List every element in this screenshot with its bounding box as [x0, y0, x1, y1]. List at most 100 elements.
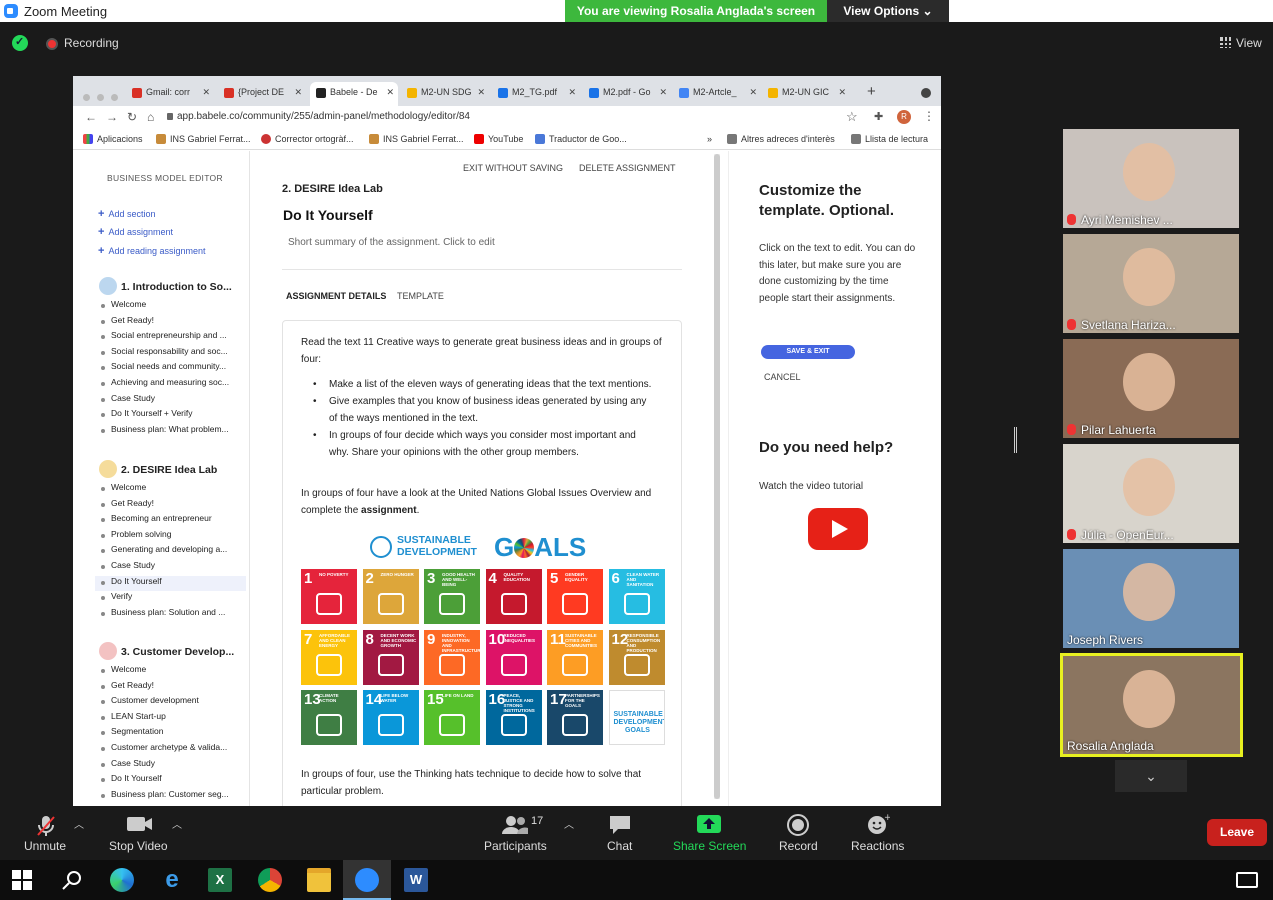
exit-without-saving-link[interactable]: EXIT WITHOUT SAVING — [463, 163, 563, 173]
participant-video-tile[interactable]: Pilar Lahuerta — [1063, 339, 1239, 438]
zoom-icon[interactable] — [355, 868, 379, 892]
assignment-link[interactable]: assignment — [361, 505, 417, 516]
notifications-icon[interactable] — [1236, 872, 1258, 888]
bookmark-apps[interactable]: Aplicacions — [83, 134, 143, 144]
sidebar-item[interactable]: Social needs and community... — [99, 361, 249, 376]
sidebar-section-title[interactable]: 1. Introduction to So... — [99, 277, 232, 295]
microphone-muted-icon[interactable] — [36, 815, 56, 837]
tab-assignment-details[interactable]: ASSIGNMENT DETAILS — [286, 291, 386, 301]
close-tab-icon[interactable]: ✕ — [294, 87, 302, 98]
close-dot-icon[interactable] — [83, 94, 90, 101]
editor-scrollbar[interactable] — [714, 154, 720, 799]
sidebar-item[interactable]: Business plan: Solution and ... — [99, 607, 249, 622]
panel-resize-handle[interactable] — [1014, 427, 1017, 453]
unmute-button[interactable]: Unmute — [24, 839, 66, 853]
internet-explorer-icon[interactable]: e — [160, 868, 184, 892]
sidebar-item[interactable]: Case Study — [99, 560, 249, 575]
extensions-icon[interactable]: ✚ — [874, 110, 883, 123]
sidebar-item[interactable]: Get Ready! — [99, 498, 249, 513]
delete-assignment-link[interactable]: DELETE ASSIGNMENT — [579, 163, 676, 173]
sidebar-item[interactable]: Case Study — [99, 758, 249, 773]
close-tab-icon[interactable]: ✕ — [202, 87, 210, 98]
reload-icon[interactable]: ↻ — [127, 110, 137, 124]
sidebar-item[interactable]: Generating and developing a... — [99, 544, 249, 559]
browser-tab[interactable]: M2-UN GIC ✕ — [762, 82, 850, 106]
word-icon[interactable]: W — [404, 868, 428, 892]
back-icon[interactable]: ← — [85, 110, 97, 124]
reactions-smiley-icon[interactable]: + — [866, 813, 890, 835]
windows-start-icon[interactable] — [12, 870, 32, 890]
sidebar-item[interactable]: Get Ready! — [99, 680, 249, 695]
sidebar-item[interactable]: Welcome — [99, 664, 249, 679]
close-tab-icon[interactable]: ✕ — [568, 87, 576, 98]
sidebar-item[interactable]: Becoming an entrepreneur — [99, 513, 249, 528]
sidebar-item[interactable]: Verify — [99, 591, 249, 606]
sidebar-item[interactable]: Business plan: What problem... — [99, 424, 249, 439]
sidebar-item[interactable]: Case Study — [99, 393, 249, 408]
browser-tab[interactable]: M2-Artcle_ ✕ — [673, 82, 761, 106]
share-screen-icon[interactable] — [697, 815, 721, 833]
sidebar-item[interactable]: Do It Yourself + Verify — [99, 408, 249, 423]
browser-tab[interactable]: M2_TG.pdf ✕ — [492, 82, 580, 106]
record-button[interactable]: Record — [779, 839, 818, 853]
close-tab-icon[interactable]: ✕ — [477, 87, 485, 98]
sidebar-item[interactable]: Welcome — [99, 482, 249, 497]
participant-video-tile[interactable]: Ayri Memishev ... — [1063, 129, 1239, 228]
sidebar-section-title[interactable]: 2. DESIRE Idea Lab — [99, 460, 217, 478]
youtube-play-icon[interactable] — [808, 508, 868, 550]
excel-icon[interactable]: X — [208, 868, 232, 892]
security-shield-icon[interactable] — [12, 35, 28, 51]
close-tab-icon[interactable]: ✕ — [749, 87, 757, 98]
more-participants-chevron-icon[interactable]: ⌄ — [1115, 760, 1187, 792]
sidebar-item[interactable]: Business plan: Customer seg... — [99, 789, 249, 804]
browser-tab[interactable]: M2.pdf - Go ✕ — [583, 82, 671, 106]
bookmark-folder[interactable]: Altres adreces d'interès — [727, 134, 835, 144]
sidebar-item[interactable]: LEAN Start-up — [99, 711, 249, 726]
participant-video-tile[interactable]: Júlia - OpenEur... — [1063, 444, 1239, 543]
bookmark-item[interactable]: Traductor de Goo... — [535, 134, 627, 144]
chat-bubble-icon[interactable] — [609, 815, 631, 835]
add-section-link[interactable]: + Add section — [98, 208, 155, 220]
bookmark-star-icon[interactable]: ☆ — [846, 109, 858, 125]
save-exit-button[interactable]: SAVE & EXIT — [761, 345, 855, 359]
search-icon[interactable] — [62, 870, 82, 890]
file-explorer-icon[interactable] — [307, 868, 331, 892]
share-screen-button[interactable]: Share Screen — [673, 839, 746, 853]
tab-template[interactable]: TEMPLATE — [397, 291, 444, 301]
sidebar-item[interactable]: Do It Yourself — [99, 773, 249, 788]
assignment-content-editor[interactable]: Read the text 11 Creative ways to genera… — [282, 320, 682, 806]
participant-video-tile[interactable]: Joseph Rivers — [1063, 549, 1239, 648]
sidebar-item[interactable]: Social entrepreneurship and ... — [99, 330, 249, 345]
minimize-dot-icon[interactable] — [97, 94, 104, 101]
cancel-button[interactable]: CANCEL — [764, 372, 801, 382]
participants-button[interactable]: Participants — [484, 839, 547, 853]
participant-video-tile[interactable]: Rosalia Anglada — [1060, 653, 1243, 757]
sidebar-item[interactable]: Social responsability and soc... — [99, 346, 249, 361]
bookmark-item[interactable]: INS Gabriel Ferrat... — [156, 134, 251, 144]
sidebar-item[interactable]: Customer archetype & valida... — [99, 742, 249, 757]
new-tab-icon[interactable]: + — [867, 83, 876, 100]
maximize-dot-icon[interactable] — [111, 94, 118, 101]
audio-options-caret-icon[interactable]: ︿ — [74, 816, 84, 831]
browser-menu-icon[interactable]: ⋮ — [923, 109, 935, 123]
profile-avatar[interactable]: R — [897, 110, 911, 124]
leave-button[interactable]: Leave — [1207, 819, 1267, 846]
sidebar-item[interactable]: Get Ready! — [99, 315, 249, 330]
bookmark-youtube[interactable]: YouTube — [474, 134, 523, 144]
sidebar-item[interactable]: Achieving and measuring soc... — [99, 377, 249, 392]
sidebar-item[interactable]: Customer development — [99, 695, 249, 710]
edge-browser-icon[interactable] — [110, 868, 134, 892]
view-options-button[interactable]: View Options ⌄ — [827, 0, 949, 22]
sidebar-item[interactable]: Segmentation — [99, 726, 249, 741]
view-button[interactable]: View — [1220, 36, 1262, 50]
close-tab-icon[interactable]: ✕ — [659, 87, 667, 98]
reactions-button[interactable]: Reactions — [851, 839, 904, 853]
close-tab-icon[interactable]: ✕ — [386, 87, 394, 98]
summary-field[interactable]: Short summary of the assignment. Click t… — [288, 237, 495, 248]
participant-video-tile[interactable]: Svetlana Hariza... — [1063, 234, 1239, 333]
scrollbar-thumb[interactable] — [714, 154, 720, 799]
forward-icon[interactable]: → — [106, 110, 118, 124]
sidebar-item[interactable]: Problem solving — [99, 529, 249, 544]
video-camera-icon[interactable] — [127, 816, 153, 832]
bookmark-item[interactable]: Corrector ortogràf... — [261, 134, 354, 144]
